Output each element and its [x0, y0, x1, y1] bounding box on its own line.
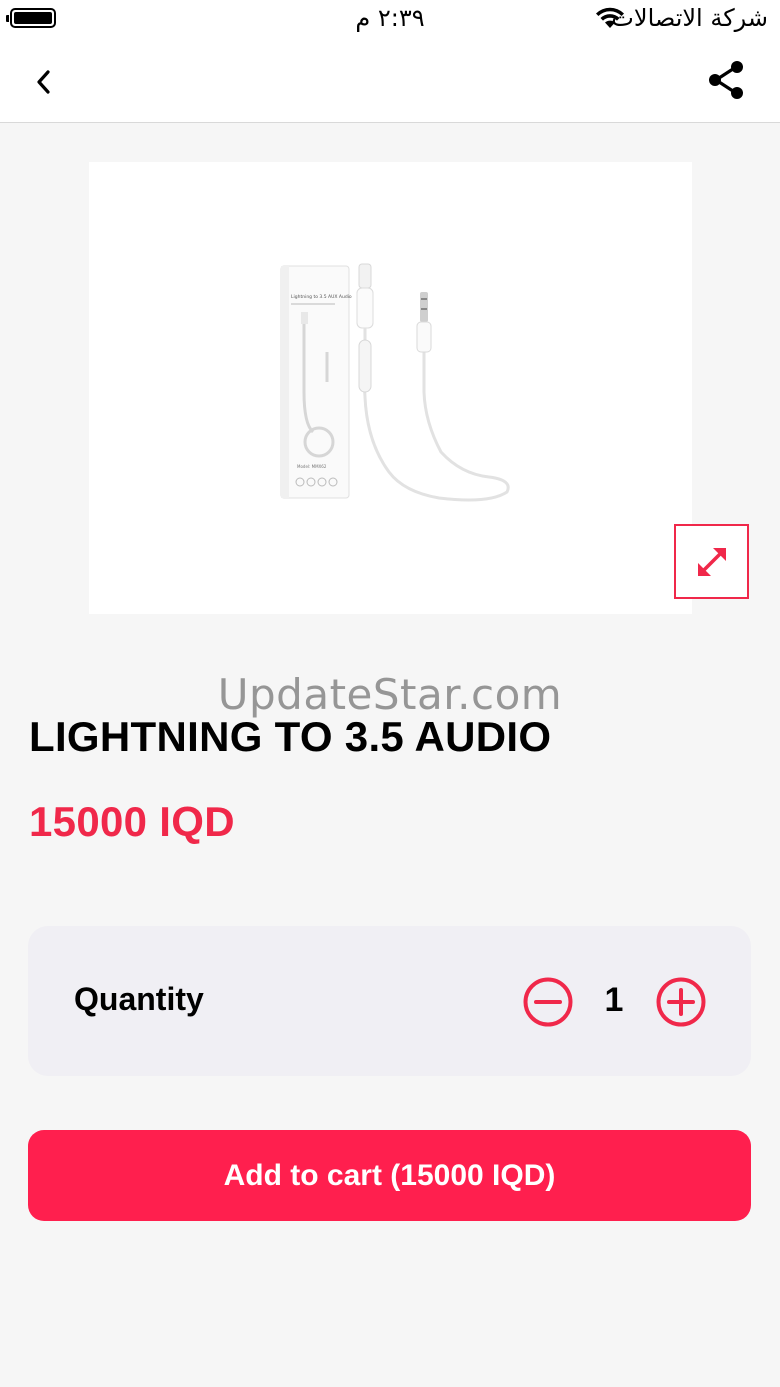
watermark: UpdateStar.com [217, 670, 563, 719]
product-detail-screen: ٢:٣٩ م شركة الاتصالات Lightning to 3.5 A… [0, 0, 780, 1387]
add-to-cart-button[interactable]: Add to cart (15000 IQD) [28, 1130, 751, 1221]
share-icon [709, 61, 743, 99]
product-photo: Lightning to 3.5 AUX Audio Model: MMX62 [280, 263, 510, 502]
status-bar: ٢:٣٩ م شركة الاتصالات [0, 0, 780, 40]
svg-text:Model: MMX62: Model: MMX62 [297, 464, 327, 469]
chevron-left-icon [37, 70, 50, 94]
back-button[interactable] [20, 58, 68, 106]
status-time: ٢:٣٩ م [355, 4, 425, 32]
quantity-card: Quantity 1 [28, 926, 751, 1076]
product-image[interactable]: Lightning to 3.5 AUX Audio Model: MMX62 [89, 162, 692, 614]
box-text: Lightning to 3.5 AUX Audio [291, 294, 352, 300]
nav-bar [0, 40, 780, 123]
carrier-name: شركة الاتصالات [611, 4, 768, 32]
product-price: 15000 IQD [29, 798, 235, 845]
share-button[interactable] [700, 54, 752, 106]
battery-icon [6, 8, 56, 28]
product-title: LIGHTNING TO 3.5 AUDIO [29, 713, 552, 760]
minus-circle-icon[interactable] [522, 976, 574, 1028]
plus-circle-icon[interactable] [655, 976, 707, 1028]
quantity-label: Quantity [74, 981, 204, 1017]
expand-icon [697, 547, 726, 576]
quantity-value: 1 [604, 981, 624, 1019]
expand-button[interactable] [674, 524, 749, 599]
